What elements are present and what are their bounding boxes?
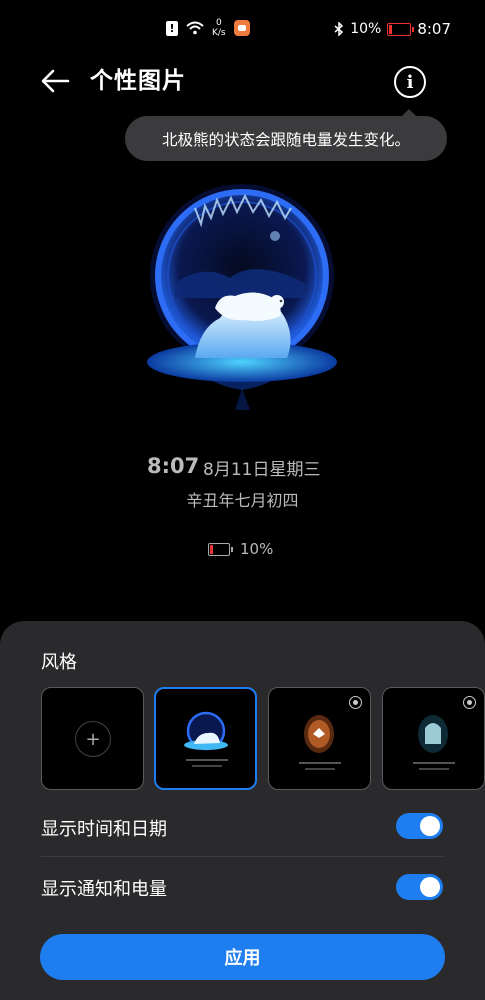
tooltip: 北极熊的状态会跟随电量发生变化。: [125, 109, 447, 161]
polar-bear-thumb-icon: [184, 711, 228, 767]
add-icon: +: [75, 721, 111, 757]
battery-icon: [387, 22, 415, 36]
page-title: 个性图片: [90, 68, 186, 94]
back-arrow-icon[interactable]: [38, 64, 72, 98]
battery-percent: 10%: [350, 21, 382, 37]
info-icon[interactable]: i: [394, 66, 426, 98]
net-speed-value: 0: [215, 18, 222, 28]
thumbnail-bird[interactable]: [268, 687, 371, 790]
polar-bear-preview-image: [147, 184, 337, 410]
divider: [41, 856, 444, 857]
thumbnail-polar-bear[interactable]: [154, 687, 257, 790]
preview-battery-percent: 10%: [240, 540, 274, 558]
thumbnail-add[interactable]: +: [41, 687, 144, 790]
apply-button[interactable]: 应用: [40, 934, 445, 980]
status-time: 8:07: [417, 20, 451, 38]
show-notify-battery-toggle[interactable]: [396, 874, 443, 900]
show-notify-battery-label: 显示通知和电量: [41, 879, 167, 900]
net-speed-unit: K/s: [212, 28, 226, 38]
bluetooth-icon: [334, 22, 344, 36]
preview-lunar-date: 辛丑年七月初四: [186, 491, 299, 510]
show-time-date-label: 显示时间和日期: [41, 819, 167, 840]
sim-warning-icon: !: [166, 20, 178, 36]
thumbnail-ice-bear[interactable]: [382, 687, 485, 790]
status-right: 10% 8:07: [334, 18, 451, 40]
show-time-date-toggle[interactable]: [396, 813, 443, 839]
app-notification-icon: [233, 20, 250, 36]
preview-date: 8月11日星期三: [203, 460, 321, 480]
wifi-icon: [186, 21, 204, 35]
net-speed: 0 K/s: [212, 18, 226, 38]
battery-icon: [208, 542, 233, 556]
status-left: ! 0 K/s: [166, 16, 250, 40]
radio-icon: [349, 696, 362, 709]
style-label: 风格: [41, 652, 77, 673]
radio-icon: [463, 696, 476, 709]
preview-time: 8:07: [147, 454, 200, 478]
preview-battery: 10%: [208, 540, 273, 558]
